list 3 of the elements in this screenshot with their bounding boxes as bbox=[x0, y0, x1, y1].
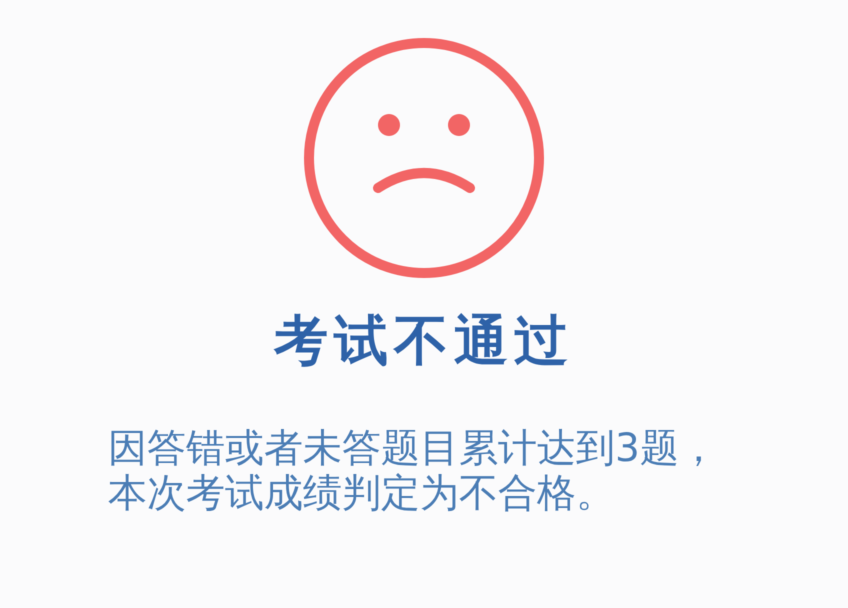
result-title: 考试不通过 bbox=[274, 309, 574, 373]
sad-face-icon bbox=[304, 38, 544, 278]
result-message: 因答错或者未答题目累计达到3题，本次考试成绩判定为不合格。 bbox=[108, 426, 718, 516]
